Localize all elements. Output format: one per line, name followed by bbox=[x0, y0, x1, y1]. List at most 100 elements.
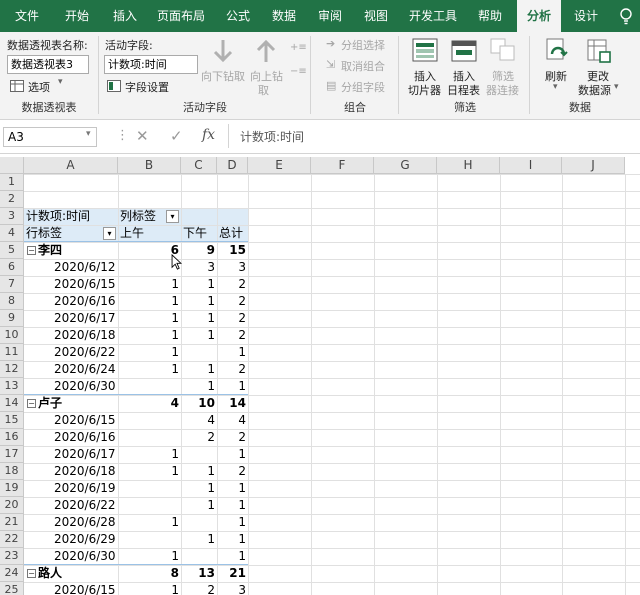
row-header[interactable]: 22 bbox=[0, 531, 24, 548]
expand-field-icon[interactable]: +≡ bbox=[290, 42, 307, 53]
pivot-item-pm[interactable]: 3 bbox=[181, 259, 217, 276]
tab-help[interactable]: 帮助 bbox=[468, 0, 512, 32]
pivot-group-am[interactable]: 8 bbox=[118, 565, 181, 582]
options-dropdown-icon[interactable]: ▾ bbox=[58, 77, 63, 87]
pivot-item-pm[interactable]: 2 bbox=[181, 582, 217, 595]
row-header[interactable]: 4 bbox=[0, 225, 24, 242]
row-header[interactable]: 20 bbox=[0, 497, 24, 514]
change-source-dropdown-icon[interactable]: ▾ bbox=[614, 82, 619, 92]
pivot-item-total[interactable]: 2 bbox=[217, 361, 248, 378]
pivot-item-total[interactable]: 1 bbox=[217, 446, 248, 463]
row-header[interactable]: 2 bbox=[0, 191, 24, 208]
pivot-item-total[interactable]: 2 bbox=[217, 429, 248, 446]
row-header[interactable]: 6 bbox=[0, 259, 24, 276]
pivot-group-am[interactable]: 4 bbox=[118, 395, 181, 412]
row-header[interactable]: 15 bbox=[0, 412, 24, 429]
pivot-item-pm[interactable]: 1 bbox=[181, 327, 217, 344]
ungroup-button[interactable]: 取消组合 bbox=[341, 58, 385, 74]
worksheet-grid[interactable]: A B C D E F G H I J 1 2 3 4 5 6 7 8 9 10 11 12 13 14 15 16 17 18 19 2… bbox=[0, 157, 640, 595]
pivot-item-date[interactable]: 2020/6/15 bbox=[24, 582, 118, 595]
pivot-item-total[interactable]: 1 bbox=[217, 531, 248, 548]
pivot-item-total[interactable]: 1 bbox=[217, 514, 248, 531]
pivot-item-date[interactable]: 2020/6/15 bbox=[24, 276, 118, 293]
pivot-group-pm[interactable]: 9 bbox=[181, 242, 217, 259]
group-field-button[interactable]: 分组字段 bbox=[341, 79, 385, 95]
pivot-item-total[interactable]: 1 bbox=[217, 480, 248, 497]
tab-home[interactable]: 开始 bbox=[54, 0, 100, 32]
column-header[interactable]: B bbox=[118, 157, 181, 174]
pivot-item-date[interactable]: 2020/6/17 bbox=[24, 310, 118, 327]
pivot-item-pm[interactable]: 1 bbox=[181, 463, 217, 480]
tab-insert[interactable]: 插入 bbox=[102, 0, 148, 32]
pivot-item-date[interactable]: 2020/6/17 bbox=[24, 446, 118, 463]
tab-file[interactable]: 文件 bbox=[4, 0, 50, 32]
pivot-item-pm[interactable]: 1 bbox=[181, 293, 217, 310]
pivot-item-am[interactable]: 1 bbox=[118, 582, 181, 595]
pivot-item-am[interactable]: 1 bbox=[118, 310, 181, 327]
pivot-item-date[interactable]: 2020/6/28 bbox=[24, 514, 118, 531]
pivot-item-total[interactable]: 2 bbox=[217, 327, 248, 344]
pivot-item-pm[interactable]: 1 bbox=[181, 497, 217, 514]
column-header[interactable]: H bbox=[437, 157, 500, 174]
pivot-item-pm[interactable] bbox=[181, 514, 217, 531]
pivot-item-am[interactable]: 1 bbox=[118, 514, 181, 531]
pivot-item-total[interactable]: 1 bbox=[217, 497, 248, 514]
pivot-item-am[interactable] bbox=[118, 412, 181, 429]
pivot-item-pm[interactable]: 1 bbox=[181, 378, 217, 395]
tab-page-layout[interactable]: 页面布局 bbox=[150, 0, 212, 32]
row-header[interactable]: 18 bbox=[0, 463, 24, 480]
row-header[interactable]: 12 bbox=[0, 361, 24, 378]
pivot-item-am[interactable] bbox=[118, 480, 181, 497]
pivot-group-name[interactable]: 李四 bbox=[24, 242, 118, 259]
pivot-item-date[interactable]: 2020/6/18 bbox=[24, 463, 118, 480]
pivot-item-total[interactable]: 1 bbox=[217, 378, 248, 395]
row-header[interactable]: 1 bbox=[0, 174, 24, 191]
pivot-item-am[interactable] bbox=[118, 531, 181, 548]
field-settings-button[interactable]: 字段设置 bbox=[125, 79, 169, 95]
pivot-total-header[interactable]: 总计 bbox=[217, 225, 248, 242]
pivot-item-pm[interactable]: 1 bbox=[181, 480, 217, 497]
pivot-group-pm[interactable]: 13 bbox=[181, 565, 217, 582]
pivot-item-am[interactable] bbox=[118, 378, 181, 395]
filter-dropdown-icon[interactable]: ▾ bbox=[166, 210, 179, 223]
pivot-item-date[interactable]: 2020/6/30 bbox=[24, 378, 118, 395]
column-header[interactable]: F bbox=[311, 157, 374, 174]
pivot-item-pm[interactable]: 4 bbox=[181, 412, 217, 429]
pivot-item-date[interactable]: 2020/6/18 bbox=[24, 327, 118, 344]
column-header[interactable]: D bbox=[217, 157, 248, 174]
refresh-dropdown-icon[interactable]: ▾ bbox=[553, 82, 558, 92]
pivot-item-am[interactable]: 1 bbox=[118, 548, 181, 565]
group-selection-button[interactable]: 分组选择 bbox=[341, 37, 385, 53]
row-header[interactable]: 10 bbox=[0, 327, 24, 344]
lightbulb-icon[interactable] bbox=[617, 7, 635, 25]
pivot-item-pm[interactable]: 1 bbox=[181, 531, 217, 548]
pivot-item-total[interactable]: 2 bbox=[217, 293, 248, 310]
pivot-item-pm[interactable] bbox=[181, 548, 217, 565]
options-button[interactable]: 选项 bbox=[28, 79, 50, 95]
row-header[interactable]: 3 bbox=[0, 208, 24, 225]
pivot-item-am[interactable]: 1 bbox=[118, 276, 181, 293]
pivot-item-am[interactable]: 1 bbox=[118, 293, 181, 310]
row-header[interactable]: 8 bbox=[0, 293, 24, 310]
pivot-item-date[interactable]: 2020/6/16 bbox=[24, 429, 118, 446]
formula-content[interactable]: 计数项:时间 bbox=[240, 128, 304, 145]
pivot-group-total[interactable]: 15 bbox=[217, 242, 248, 259]
row-header[interactable]: 13 bbox=[0, 378, 24, 395]
pivot-item-am[interactable] bbox=[118, 497, 181, 514]
column-header[interactable]: E bbox=[248, 157, 311, 174]
active-field-input[interactable]: 计数项:时间 bbox=[104, 55, 198, 74]
row-header[interactable]: 16 bbox=[0, 429, 24, 446]
pivot-item-date[interactable]: 2020/6/16 bbox=[24, 293, 118, 310]
pivot-item-total[interactable]: 3 bbox=[217, 259, 248, 276]
row-header[interactable]: 24 bbox=[0, 565, 24, 582]
row-header[interactable]: 23 bbox=[0, 548, 24, 565]
drill-down-button[interactable]: 向下钻取 bbox=[201, 68, 245, 84]
pivot-item-date[interactable]: 2020/6/22 bbox=[24, 497, 118, 514]
pivot-group-total[interactable]: 14 bbox=[217, 395, 248, 412]
pivot-item-date[interactable]: 2020/6/19 bbox=[24, 480, 118, 497]
pivot-item-total[interactable]: 2 bbox=[217, 310, 248, 327]
name-box-dropdown-icon[interactable]: ▾ bbox=[86, 129, 91, 139]
column-header[interactable]: C bbox=[181, 157, 217, 174]
row-header[interactable]: 19 bbox=[0, 480, 24, 497]
column-header[interactable]: I bbox=[500, 157, 562, 174]
